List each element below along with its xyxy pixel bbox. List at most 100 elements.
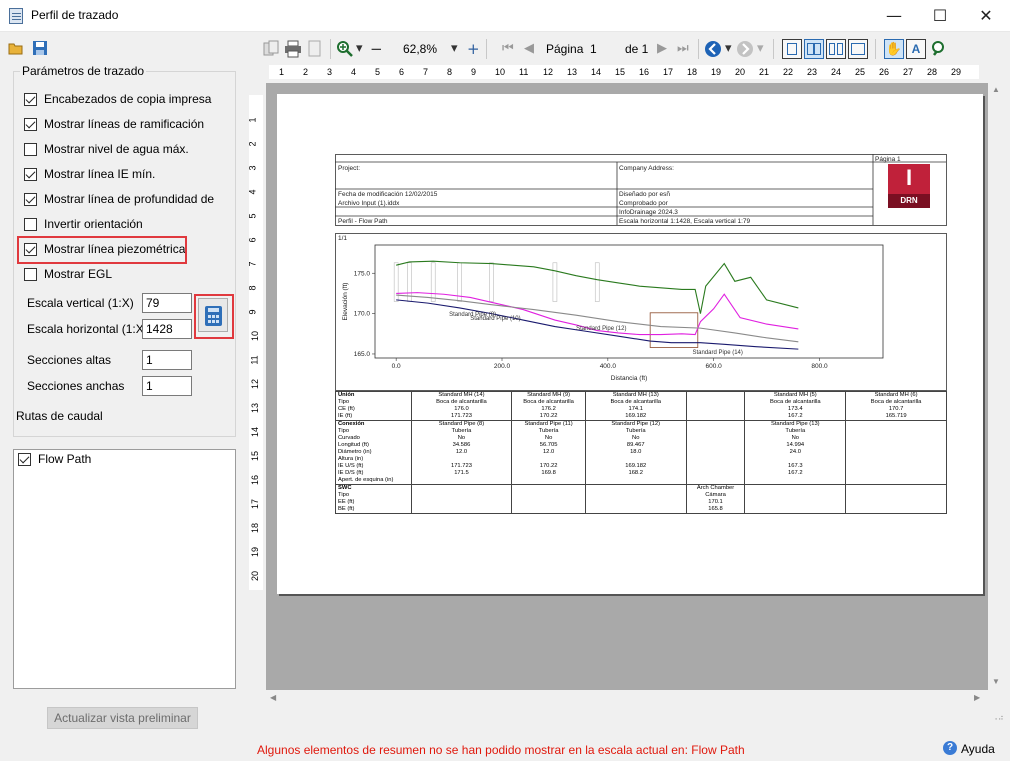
table-cell: Conexión [335, 420, 412, 428]
checkbox-print-headers[interactable]: Encabezados de copia impresa [24, 91, 244, 109]
checkbox-box[interactable] [24, 218, 37, 231]
table-cell: 14.994 [744, 442, 847, 449]
last-page-icon[interactable]: ⏭ [677, 40, 689, 58]
checkbox-box[interactable] [24, 143, 37, 156]
highlight-piezometric [17, 236, 187, 264]
table-cell: Diámetro (in) [335, 449, 412, 456]
table-cell: 89.467 [584, 442, 687, 449]
wide-sections-input[interactable] [142, 376, 192, 396]
ruler-tick-label: 20 [735, 67, 746, 77]
table-cell: 170.22 [511, 463, 586, 470]
vertical-scale-input[interactable] [142, 293, 192, 313]
hand-tool-icon[interactable]: ✋ [884, 39, 904, 59]
ruler-tick-label: 8 [249, 285, 258, 290]
close-button[interactable]: ✕ [963, 0, 1009, 32]
checkbox-box[interactable] [18, 453, 31, 466]
checkbox-box[interactable] [24, 168, 37, 181]
list-item-flow-path[interactable]: Flow Path [18, 451, 238, 469]
ruler-tick-label: 12 [250, 378, 261, 390]
zoom-in-button[interactable]: + [467, 40, 480, 58]
minimize-button[interactable]: — [871, 0, 917, 32]
checkbox-box[interactable] [24, 193, 37, 206]
x-tick-label: 0.0 [392, 363, 401, 370]
table-cell [685, 399, 746, 406]
ruler-tick-label: 4 [249, 189, 258, 194]
y-tick-label: 175.0 [354, 270, 371, 277]
table-cell: Boca de alcantarilla [845, 399, 947, 406]
zoom-value[interactable]: 62,8% [403, 40, 437, 58]
report-designed: Diseñado por esñ [619, 191, 670, 198]
table-row: CE (ft) 176.0 176.2 174.1 173.4 170.7 [335, 406, 947, 413]
ruler-tick-label: 22 [783, 67, 794, 77]
next-page-icon[interactable]: ▶ [657, 40, 667, 58]
forward-dropdown-arrow[interactable]: ▾ [757, 40, 764, 58]
resize-grip-icon[interactable]: ⠠⠴ [992, 714, 1004, 722]
ruler-tick-label: 7 [249, 261, 258, 266]
table-cell [410, 484, 513, 492]
page-input[interactable]: 1 [590, 40, 597, 58]
back-dropdown-arrow[interactable]: ▾ [725, 40, 732, 58]
copy-icon[interactable] [262, 40, 280, 58]
forward-icon[interactable] [736, 40, 754, 58]
highlight-calculator [194, 294, 234, 339]
table-row: IE (ft) 171.723 170.22 169.182 167.2 165.719 [335, 413, 947, 421]
table-cell: Boca de alcantarilla [744, 399, 847, 406]
page-setup-icon[interactable] [306, 40, 324, 58]
save-icon[interactable] [32, 40, 48, 56]
ruler-tick-label: 1 [249, 117, 258, 122]
print-icon[interactable] [284, 40, 302, 58]
table-row: Tipo Cámara [335, 492, 947, 499]
checkbox-depth-line[interactable]: Mostrar línea de profundidad de [24, 191, 244, 209]
two-page-view-button[interactable] [804, 39, 824, 59]
vertical-scrollbar[interactable]: ▲ ▼ [988, 83, 1005, 690]
table-cell: IE D/S (ft) [335, 470, 412, 477]
horizontal-scrollbar[interactable]: ◀ ▶ [266, 690, 988, 707]
ruler-tick-label: 26 [879, 67, 890, 77]
x-tick-label: 400.0 [600, 363, 617, 370]
table-cell [584, 484, 687, 492]
flow-routes-list[interactable]: Flow Path [13, 449, 236, 689]
multi-page-view-button[interactable] [826, 39, 846, 59]
first-page-icon[interactable]: ⏮ [502, 40, 514, 58]
checkbox-egl[interactable]: Mostrar EGL [24, 266, 244, 284]
horizontal-scale-input[interactable] [142, 319, 192, 339]
table-cell: BE (ft) [335, 506, 412, 514]
text-select-icon[interactable]: A [906, 39, 926, 59]
table-cell: Standard MH (14) [410, 391, 513, 399]
y-tick-label: 170.0 [354, 311, 371, 318]
table-cell [845, 420, 947, 428]
wide-sections-label: Secciones anchas [27, 379, 125, 393]
scroll-left-icon[interactable]: ◀ [270, 693, 276, 702]
continuous-view-button[interactable] [848, 39, 868, 59]
ruler-tick-label: 19 [711, 67, 722, 77]
page-label: Página [546, 42, 584, 56]
scroll-right-icon[interactable]: ▶ [974, 693, 980, 702]
checkbox-box[interactable] [24, 118, 37, 131]
scroll-down-icon[interactable]: ▼ [992, 677, 1000, 686]
checkbox-invert-orientation[interactable]: Invertir orientación [24, 216, 244, 234]
zoom-select-arrow[interactable]: ▾ [451, 40, 458, 58]
checkbox-min-ie-line[interactable]: Mostrar línea IE mín. [24, 166, 244, 184]
table-cell: 169.182 [584, 463, 687, 470]
ruler-tick-label: 3 [249, 165, 258, 170]
checkbox-box[interactable] [24, 93, 37, 106]
open-folder-icon[interactable] [8, 40, 24, 56]
checkbox-branch-lines[interactable]: Mostrar líneas de ramificación [24, 116, 244, 134]
zoom-out-button[interactable]: − [370, 40, 383, 58]
checkbox-max-water-level[interactable]: Mostrar nivel de agua máx. [24, 141, 244, 159]
table-cell: Tipo [335, 492, 412, 499]
zoom-in-icon[interactable] [336, 40, 354, 58]
find-icon[interactable] [930, 40, 948, 58]
maximize-button[interactable]: ☐ [917, 0, 963, 32]
table-cell [685, 413, 746, 421]
back-icon[interactable] [704, 40, 722, 58]
single-page-view-button[interactable] [782, 39, 802, 59]
scroll-up-icon[interactable]: ▲ [992, 85, 1000, 94]
checkbox-box[interactable] [24, 268, 37, 281]
table-cell [685, 420, 746, 428]
pipe-annotation: Standard Pipe (14) [693, 350, 743, 356]
tall-sections-input[interactable] [142, 350, 192, 370]
prev-page-icon[interactable]: ◀ [524, 40, 534, 58]
update-preview-button[interactable]: Actualizar vista preliminar [47, 707, 198, 729]
zoom-dropdown-arrow[interactable]: ▾ [356, 40, 363, 58]
